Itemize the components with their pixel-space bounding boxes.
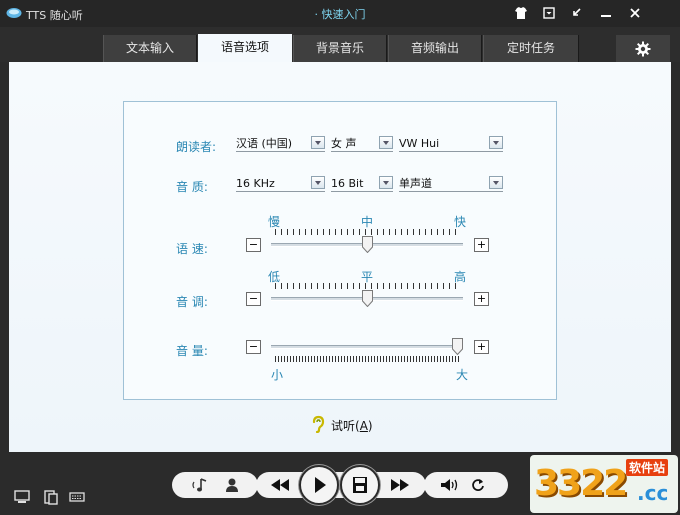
play-icon bbox=[315, 477, 326, 493]
volume-label: 音 量: bbox=[176, 344, 208, 358]
tab-strip: 文本输入 语音选项 背景音乐 音频输出 定时任务 bbox=[0, 27, 680, 62]
channels-select[interactable]: 单声道 bbox=[399, 176, 503, 192]
chevron-down-icon[interactable] bbox=[379, 136, 393, 149]
volume-decrease-button[interactable]: − bbox=[246, 340, 261, 354]
reader-label: 朗读者: bbox=[176, 140, 217, 154]
watermark-site: 软件站 bbox=[626, 459, 669, 476]
pitch-label: 音 调: bbox=[176, 295, 208, 309]
quality-label: 音 质: bbox=[176, 180, 208, 194]
tab-voice-options[interactable]: 语音选项 bbox=[198, 34, 292, 62]
watermark-logo: 3322 软件站 .cc bbox=[530, 455, 678, 513]
chevron-down-icon[interactable] bbox=[311, 136, 325, 149]
listen-text: 试听 bbox=[331, 419, 356, 433]
listen-label: 试听(A) bbox=[331, 419, 373, 433]
minimize-button[interactable] bbox=[597, 4, 615, 22]
voice-value: VW Hui bbox=[399, 137, 440, 150]
player-right-group bbox=[424, 472, 508, 498]
channels-value: 单声道 bbox=[399, 177, 432, 190]
gender-select[interactable]: 女 声 bbox=[331, 136, 393, 152]
settings-button[interactable] bbox=[616, 35, 670, 62]
person-icon[interactable] bbox=[225, 477, 239, 493]
mini-mode-button[interactable] bbox=[567, 4, 585, 22]
music-note-icon[interactable] bbox=[192, 477, 210, 493]
voice-select[interactable]: VW Hui bbox=[399, 136, 503, 152]
language-value: 汉语 (中国) bbox=[236, 137, 293, 150]
repeat-icon[interactable] bbox=[471, 478, 485, 492]
menu-button[interactable] bbox=[540, 4, 558, 22]
volume-slider-thumb[interactable] bbox=[452, 338, 463, 355]
sample-rate-value: 16 KHz bbox=[236, 177, 275, 190]
minimize-icon bbox=[601, 15, 611, 17]
rewind-icon[interactable] bbox=[270, 479, 290, 491]
title-bar: TTS 随心听 · 快速入门 bbox=[0, 0, 680, 27]
chevron-down-icon[interactable] bbox=[489, 176, 503, 189]
keyboard-icon[interactable] bbox=[69, 491, 85, 503]
computer-icon[interactable] bbox=[14, 490, 30, 504]
voice-options-page: 朗读者: 汉语 (中国) 女 声 VW Hui 音 质: 16 KHz 16 B… bbox=[9, 62, 671, 452]
speaker-icon[interactable] bbox=[440, 478, 460, 492]
watermark-domain: .cc bbox=[637, 481, 669, 505]
tab-text-input[interactable]: 文本输入 bbox=[103, 35, 197, 62]
speed-label: 语 速: bbox=[176, 242, 208, 256]
tab-scheduled-tasks[interactable]: 定时任务 bbox=[483, 35, 579, 62]
skin-button[interactable] bbox=[512, 4, 530, 22]
volume-ramp bbox=[275, 356, 461, 362]
close-button[interactable] bbox=[626, 4, 644, 22]
play-button[interactable] bbox=[299, 465, 339, 505]
language-select[interactable]: 汉语 (中国) bbox=[236, 136, 325, 152]
close-icon bbox=[630, 8, 640, 18]
speed-ticks bbox=[275, 229, 461, 235]
save-audio-button[interactable] bbox=[340, 465, 380, 505]
chevron-down-icon[interactable] bbox=[489, 136, 503, 149]
speed-slider-thumb[interactable] bbox=[361, 236, 373, 253]
watermark-number: 3322 bbox=[534, 463, 628, 504]
shrink-arrow-icon bbox=[573, 8, 581, 16]
player-left-group bbox=[172, 472, 258, 498]
voice-settings-panel: 朗读者: 汉语 (中国) 女 声 VW Hui 音 质: 16 KHz 16 B… bbox=[123, 101, 557, 400]
bit-depth-select[interactable]: 16 Bit bbox=[331, 176, 393, 192]
listen-shortcut: A bbox=[359, 419, 368, 433]
chevron-down-icon[interactable] bbox=[379, 176, 393, 189]
pitch-slider-thumb[interactable] bbox=[361, 290, 373, 307]
speed-max-label: 快 bbox=[454, 215, 467, 229]
speed-min-label: 慢 bbox=[268, 215, 281, 229]
bit-depth-value: 16 Bit bbox=[331, 177, 364, 190]
tab-audio-output[interactable]: 音频输出 bbox=[388, 35, 482, 62]
pitch-ticks bbox=[275, 283, 461, 289]
gender-value: 女 声 bbox=[331, 137, 357, 150]
speed-decrease-button[interactable]: − bbox=[246, 238, 261, 252]
chevron-down-icon[interactable] bbox=[311, 176, 325, 189]
pitch-increase-button[interactable]: + bbox=[474, 292, 489, 306]
gear-icon bbox=[635, 41, 651, 57]
sample-rate-select[interactable]: 16 KHz bbox=[236, 176, 325, 192]
speed-mid-label: 中 bbox=[361, 215, 374, 229]
ear-icon bbox=[312, 415, 325, 433]
menu-box-icon bbox=[543, 7, 555, 19]
save-icon bbox=[353, 477, 367, 493]
fast-forward-icon[interactable] bbox=[390, 479, 410, 491]
speed-increase-button[interactable]: + bbox=[474, 238, 489, 252]
volume-slider-track[interactable] bbox=[271, 345, 463, 349]
pitch-decrease-button[interactable]: − bbox=[246, 292, 261, 306]
tshirt-icon bbox=[515, 7, 527, 19]
tab-background-music[interactable]: 背景音乐 bbox=[293, 35, 387, 62]
volume-increase-button[interactable]: + bbox=[474, 340, 489, 354]
volume-min-label: 小 bbox=[271, 368, 284, 382]
clipboard-icon[interactable] bbox=[43, 489, 59, 505]
volume-max-label: 大 bbox=[456, 368, 469, 382]
